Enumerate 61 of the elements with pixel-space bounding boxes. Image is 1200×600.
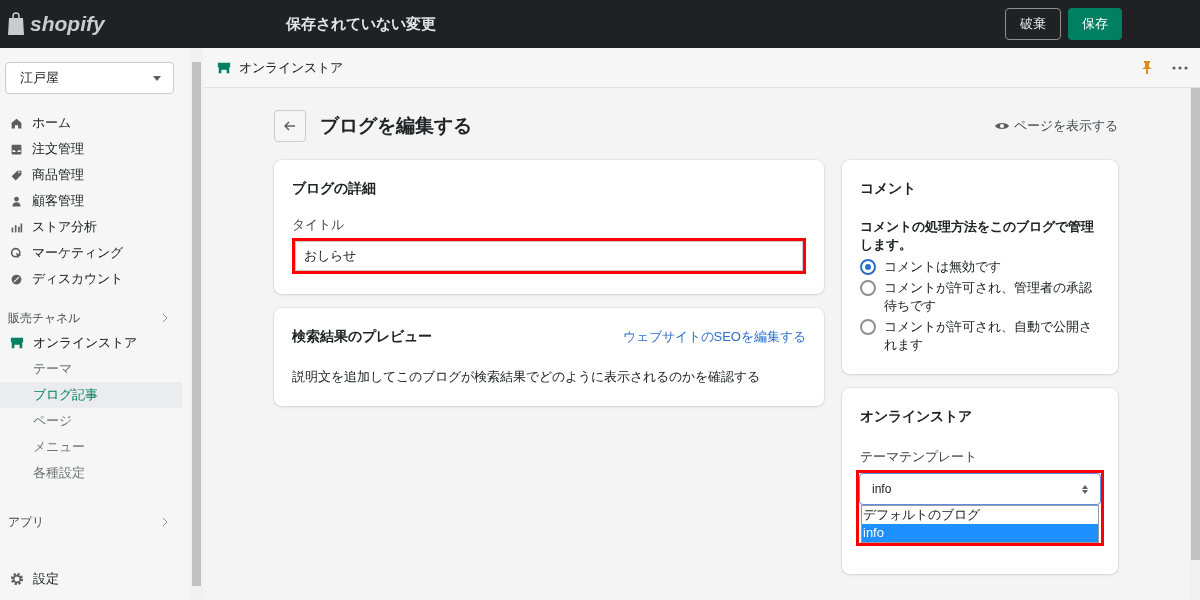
nav-item[interactable]: マーケティング (0, 240, 190, 266)
page-title: ブログを編集する (320, 114, 473, 138)
logo-text: shopify (30, 12, 105, 36)
header-title: オンラインストア (239, 58, 344, 77)
nav-item[interactable]: 設定 (0, 566, 190, 592)
edit-seo-link[interactable]: ウェブサイトのSEOを編集する (622, 328, 806, 346)
pin-icon[interactable] (1142, 61, 1152, 74)
more-icon[interactable] (1172, 65, 1188, 70)
section-heading: 販売チャネル (8, 310, 80, 326)
person-icon (10, 194, 23, 208)
settings-icon (10, 572, 24, 586)
card-title: オンラインストア (860, 408, 973, 426)
store-select[interactable]: 江戸屋 (5, 62, 174, 94)
section-heading: アプリ (8, 514, 44, 530)
field-label: タイトル (292, 216, 345, 234)
bar-chart-icon (10, 220, 23, 234)
nav-item[interactable]: ストア分析 (0, 214, 190, 240)
comments-description: コメントの処理方法をこのブログで管理します。 (860, 218, 1095, 254)
storefront-icon (10, 336, 24, 350)
unsaved-changes-title: 保存されていない変更 (286, 14, 437, 34)
chevron-right-icon[interactable] (162, 313, 168, 323)
save-button[interactable]: 保存 (1068, 8, 1122, 40)
nav-item[interactable]: オンラインストア (0, 330, 190, 356)
radio-label: コメントは無効です (884, 258, 1001, 276)
radio-button[interactable] (860, 319, 876, 335)
caret-icon (153, 75, 161, 81)
field-label: テーマテンプレート (860, 448, 978, 466)
nav-item[interactable]: 商品管理 (0, 162, 190, 188)
nav-item[interactable]: ホーム (0, 110, 190, 136)
sub-nav-item[interactable]: 各種設定 (0, 460, 182, 486)
template-select[interactable]: info (859, 473, 1101, 505)
sub-nav-item[interactable]: テーマ (0, 356, 182, 382)
tag-icon (10, 168, 23, 182)
storefront-icon (217, 60, 231, 75)
discard-button[interactable]: 破棄 (1005, 8, 1061, 40)
seo-description: 説明文を追加してこのブログが検索結果でどのように表示されるのかを確認する (292, 368, 761, 386)
nav-item[interactable]: 注文管理 (0, 136, 190, 162)
radio-button[interactable] (860, 259, 876, 275)
home-icon (10, 116, 23, 130)
back-button[interactable] (274, 110, 306, 142)
radio-label: コメントが許可され、管理者の承認待ちです (884, 279, 1093, 315)
target-icon (10, 246, 23, 260)
radio-button[interactable] (860, 280, 876, 296)
radio-label: コメントが許可され、自動で公開されます (884, 318, 1093, 354)
sub-nav-item[interactable]: ページ (0, 408, 182, 434)
sub-nav-item[interactable]: メニュー (0, 434, 182, 460)
title-field[interactable]: おしらせ (295, 241, 803, 271)
inbox-icon (10, 142, 23, 156)
nav-item[interactable]: 顧客管理 (0, 188, 190, 214)
discount-icon (10, 272, 23, 286)
card-title: ブログの詳細 (292, 180, 377, 198)
view-page-link[interactable]: ページを表示する (995, 117, 1118, 135)
sub-nav-item[interactable]: ブログ記事 (0, 382, 182, 408)
nav-item[interactable]: ディスカウント (0, 266, 190, 292)
chevron-right-icon[interactable] (162, 517, 168, 527)
arrow-left-icon (284, 121, 296, 131)
card-title: コメント (860, 180, 917, 198)
sort-caret-icon (1082, 484, 1088, 494)
card-title: 検索結果のプレビュー (292, 328, 432, 346)
shopping-bag-icon (6, 12, 26, 36)
eye-icon (995, 121, 1009, 131)
